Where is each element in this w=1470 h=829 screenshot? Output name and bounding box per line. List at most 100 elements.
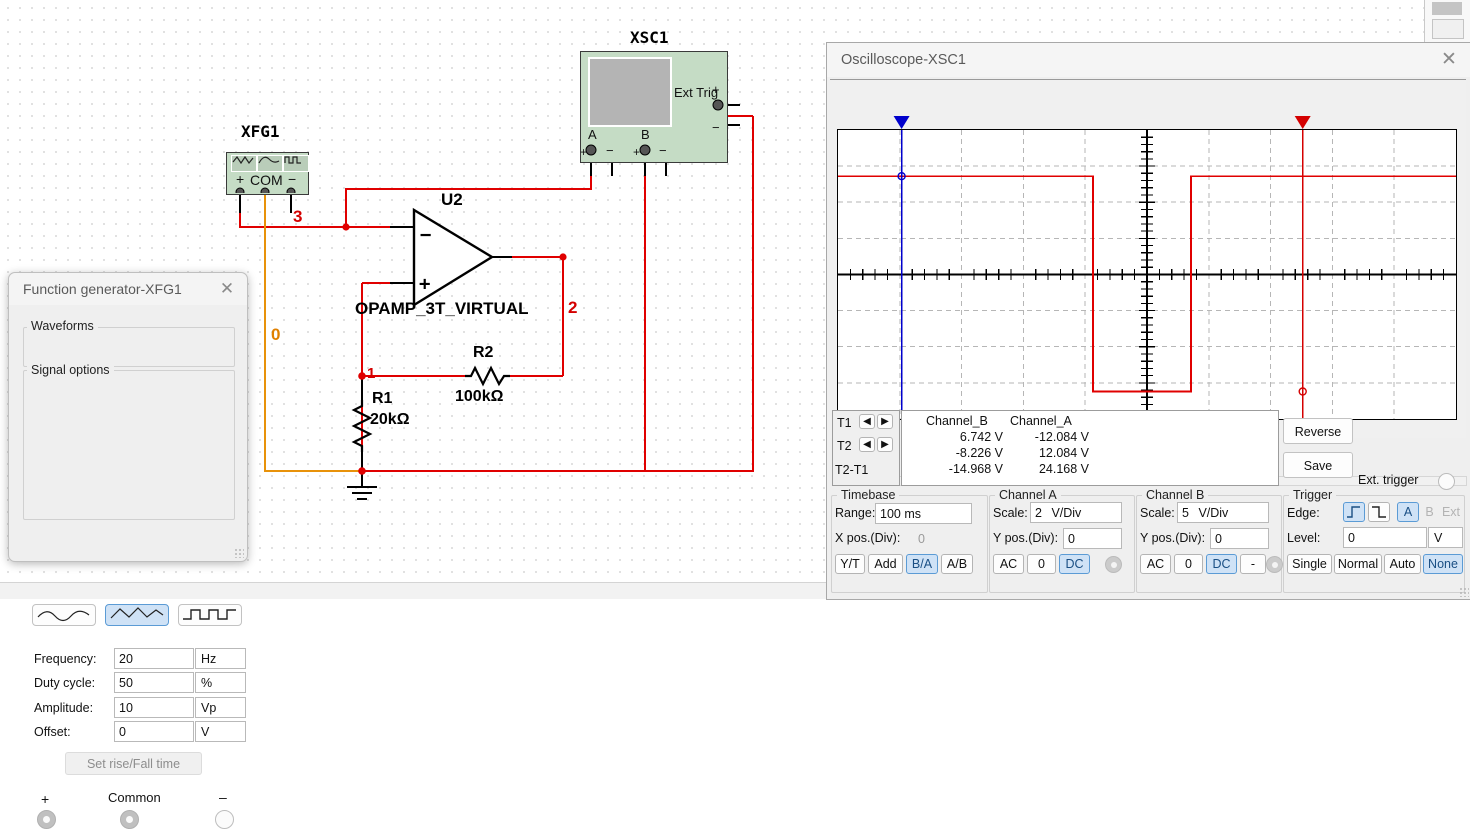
trigger-source-b[interactable]: B [1421,502,1438,522]
channel-a-scale-label: Scale: [993,506,1028,520]
triangle-wave-icon [110,607,164,619]
oscilloscope-window[interactable]: Oscilloscope-XSC1 ✕ T1 ◀ ▶ T2 ◀ ▶ T2-T1 … [826,42,1470,600]
measurement-col-channel-b: Channel_B [926,414,988,428]
channel-a-coupling-dc[interactable]: DC [1059,554,1090,574]
reverse-button[interactable]: Reverse [1283,418,1353,444]
offset-unit[interactable]: V [195,721,246,742]
waveforms-fieldset [23,327,235,367]
channel-a-ypos-input[interactable]: 0 [1063,528,1122,549]
scrollbar-thumb-lower[interactable] [1432,19,1464,39]
trigger-level-unit[interactable]: V [1428,527,1463,548]
scope-screen[interactable] [837,116,1457,420]
trigger-source-a[interactable]: A [1397,502,1419,522]
measurement-t2-channel-b: -8.226 V [955,446,1003,460]
label-r1: R1 [372,390,393,407]
svg-text:−: − [420,224,431,246]
frequency-unit[interactable]: Hz [195,648,246,669]
trigger-level-input[interactable]: 0 [1343,527,1427,548]
timebase-xpos-input[interactable]: 0 [913,528,972,549]
channel-b-coupling-dc[interactable]: DC [1206,554,1237,574]
trigger-mode-none[interactable]: None [1423,554,1463,574]
trigger-level-label: Level: [1287,531,1321,545]
channel-a-coupling-gnd[interactable]: 0 [1027,554,1056,574]
trigger-mode-auto[interactable]: Auto [1384,554,1421,574]
svg-text:B: B [641,127,650,142]
channel-b-coupling-gnd[interactable]: 0 [1174,554,1203,574]
channel-a-coupling-ac[interactable]: AC [993,554,1024,574]
label-u2: U2 [441,190,463,209]
cursor-handles[interactable] [838,115,1456,131]
channel-a-legend: Channel A [995,488,1061,502]
duty-cycle-input[interactable]: 50 [114,672,194,693]
label-u2-value: OPAMP_3T_VIRTUAL [355,299,529,318]
timebase-range-label: Range: [835,506,876,520]
terminal-common-label: Common [108,790,161,805]
cursor-t1-left-button[interactable]: ◀ [859,414,875,429]
net-number-2: 2 [568,298,578,317]
square-wave-button[interactable] [178,604,242,626]
close-icon[interactable]: ✕ [215,277,239,301]
svg-text:−: − [288,171,296,187]
timebase-mode-b-over-a[interactable]: B/A [906,554,938,574]
channel-b-scale-label: Scale: [1140,506,1175,520]
cursor-t2-handle[interactable] [1294,116,1311,129]
scope-resize-grip[interactable] [1459,587,1469,597]
save-button[interactable]: Save [1283,452,1353,478]
scope-titlebar[interactable]: Oscilloscope-XSC1 ✕ [827,43,1470,77]
cursor-t2-left-button[interactable]: ◀ [859,437,875,452]
falling-edge-button[interactable] [1368,502,1390,522]
channel-b-invert[interactable]: - [1240,554,1266,574]
rising-edge-button[interactable] [1343,502,1365,522]
channel-b-indicator[interactable] [1266,556,1283,573]
label-r2-value: 100kΩ [455,388,504,405]
channel-b-legend: Channel B [1142,488,1209,502]
ext-trigger-indicator[interactable] [1438,473,1455,490]
timebase-mode-add[interactable]: Add [868,554,903,574]
frequency-input[interactable]: 20 [114,648,194,669]
cursor-t1-right-button[interactable]: ▶ [877,414,893,429]
terminal-plus[interactable] [37,810,56,829]
cursor-t2-right-button[interactable]: ▶ [877,437,893,452]
measurement-t1-channel-b: 6.742 V [959,430,1003,444]
measurement-col-channel-a: Channel_A [1010,414,1072,428]
channel-a-scale-input[interactable]: 2 V/Div [1030,502,1122,523]
sine-wave-button[interactable] [32,604,96,626]
trigger-legend: Trigger [1289,488,1337,502]
scope-display-area [830,79,1467,486]
terminal-minus[interactable] [215,810,234,829]
top-right-scrollbar-area[interactable] [1424,0,1470,42]
fgen-titlebar[interactable]: Function generator-XFG1 ✕ [9,273,247,305]
cursor-t2-label: T2 [837,439,852,453]
waveforms-legend: Waveforms [27,319,98,333]
function-generator-dialog[interactable]: Function generator-XFG1 ✕ Waveforms Sign… [8,272,248,829]
label-xsc1: XSC1 [630,28,669,47]
fgen-resize-grip[interactable] [234,548,244,558]
measurement-t2-channel-a: 12.084 V [1038,446,1089,460]
scrollbar-thumb[interactable] [1432,2,1462,15]
offset-input[interactable]: 0 [114,721,194,742]
channel-b-ypos-input[interactable]: 0 [1210,528,1269,549]
close-icon[interactable]: ✕ [1437,48,1461,72]
svg-text:COM: COM [250,172,283,188]
timebase-mode-yt[interactable]: Y/T [835,554,865,574]
scope-title-text: Oscilloscope-XSC1 [841,52,966,68]
channel-b-coupling-ac[interactable]: AC [1140,554,1171,574]
terminal-common[interactable] [120,810,139,829]
triangle-wave-button[interactable] [105,604,169,626]
channel-b-scale-input[interactable]: 5 V/Div [1177,502,1269,523]
fgen-title-text: Function generator-XFG1 [23,281,182,297]
cursor-t1-handle[interactable] [893,116,910,129]
channel-a-indicator[interactable] [1105,556,1122,573]
label-r1-value: 20kΩ [370,411,410,428]
duty-cycle-unit[interactable]: % [195,672,246,693]
channel-b-ypos-label: Y pos.(Div): [1140,531,1206,545]
trigger-mode-single[interactable]: Single [1287,554,1332,574]
amplitude-input[interactable]: 10 [114,697,194,718]
timebase-mode-a-over-b[interactable]: A/B [941,554,973,574]
channel-b-scale-unit: V/Div [1198,506,1229,520]
timebase-range-input[interactable]: 100 ms [875,503,972,524]
trigger-mode-normal[interactable]: Normal [1334,554,1382,574]
amplitude-unit[interactable]: Vp [195,697,246,718]
set-rise-fall-time-button[interactable]: Set rise/Fall time [65,752,202,775]
trigger-source-ext[interactable]: Ext [1439,502,1463,522]
